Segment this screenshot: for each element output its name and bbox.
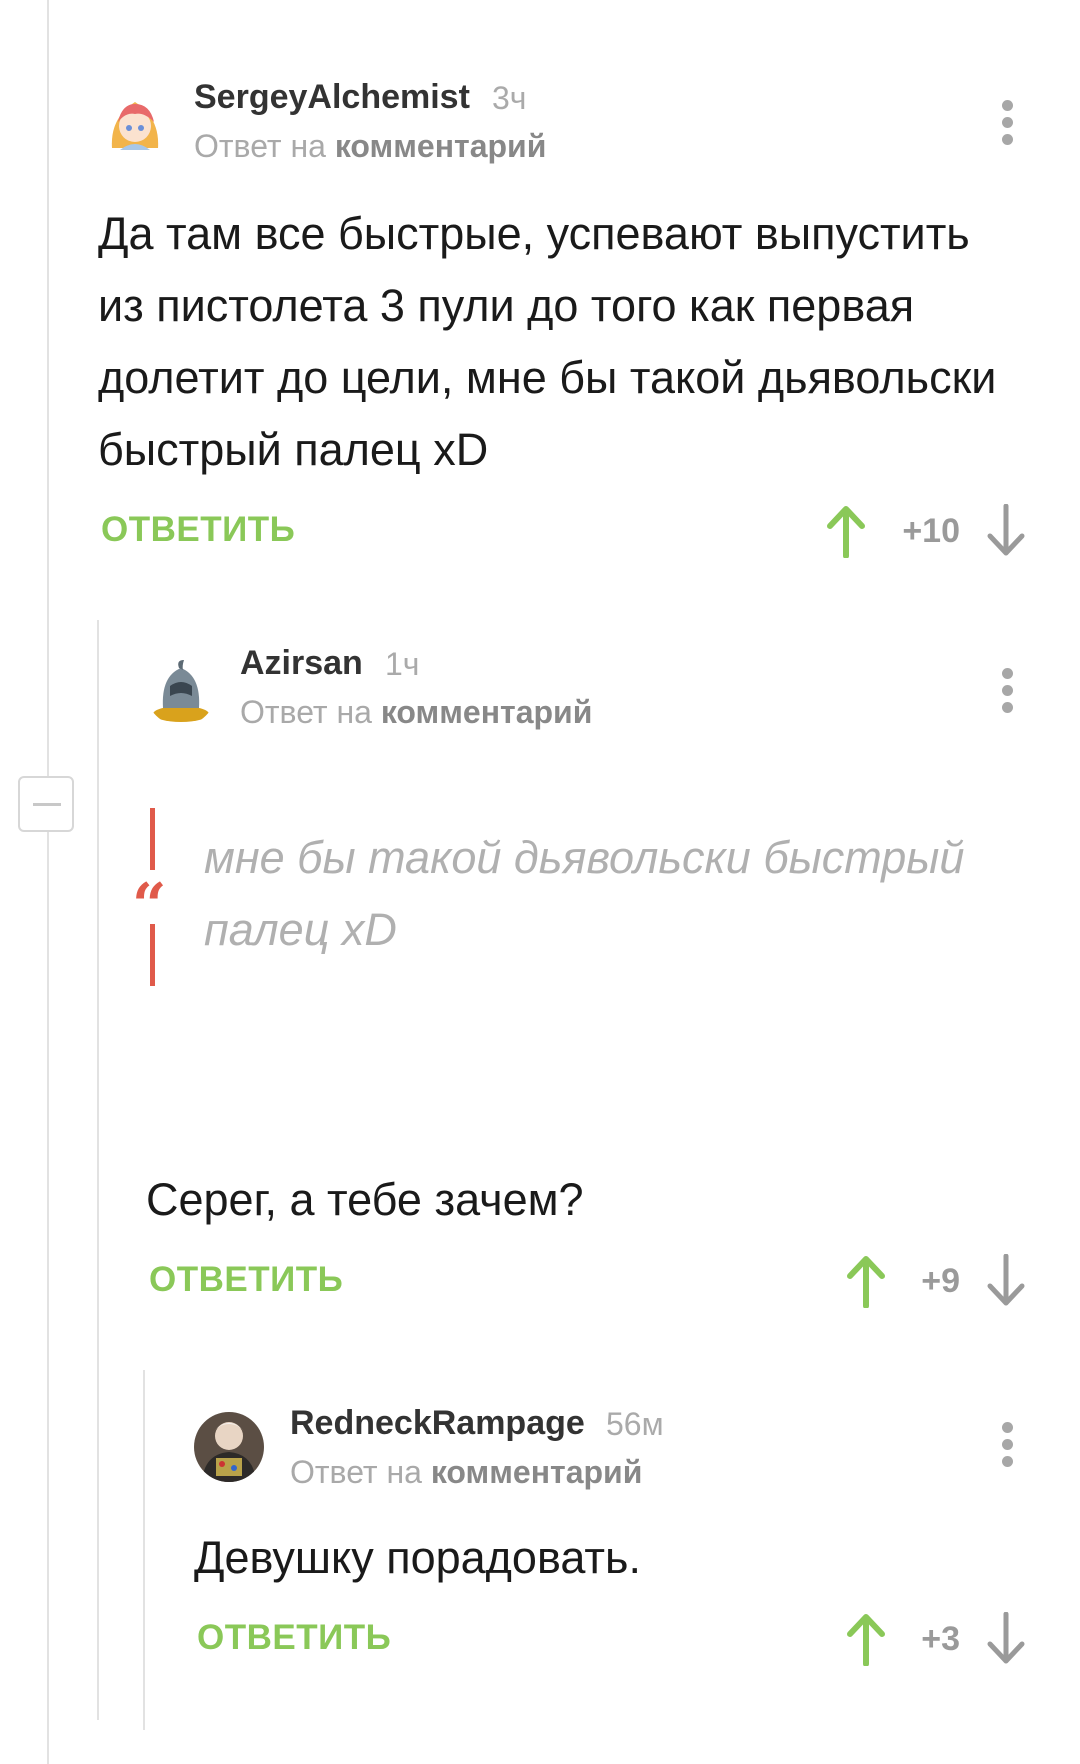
collapse-thread-button[interactable] (18, 776, 74, 832)
downvote-arrow-icon[interactable] (986, 1612, 1026, 1666)
thread-line-level-2 (143, 1370, 145, 1730)
reply-to-line: Ответ на комментарий (290, 1454, 642, 1491)
reply-to-link[interactable]: комментарий (431, 1454, 643, 1490)
comment-score: +3 (921, 1620, 960, 1658)
reply-button[interactable]: ОТВЕТИТЬ (101, 510, 295, 550)
upvote-arrow-icon[interactable] (826, 504, 866, 558)
thread-line-root (47, 0, 49, 1764)
comment-time: 3ч (492, 80, 527, 116)
comment-score: +9 (921, 1262, 960, 1300)
comment-text: Да там все быстрые, успевают выпустить и… (98, 208, 997, 475)
reply-to-prefix: Ответ на (240, 694, 372, 730)
more-vertical-icon[interactable] (1002, 100, 1016, 151)
comment-author[interactable]: SergeyAlchemist (194, 78, 470, 117)
quote-icon: “ (132, 871, 167, 941)
more-vertical-icon[interactable] (1002, 1422, 1016, 1473)
reply-to-prefix: Ответ на (290, 1454, 422, 1490)
avatar[interactable] (194, 1412, 264, 1482)
more-vertical-icon[interactable] (1002, 668, 1016, 719)
thread-line-level-1 (97, 620, 99, 1720)
downvote-arrow-icon[interactable] (986, 504, 1026, 558)
comment-author[interactable]: Azirsan (240, 644, 363, 683)
avatar[interactable] (146, 656, 216, 726)
quote-bar-bottom (150, 924, 155, 986)
reply-to-line: Ответ на комментарий (194, 128, 546, 165)
downvote-arrow-icon[interactable] (986, 1254, 1026, 1308)
quote-text: мне бы такой дьявольски быстрый палец xD (204, 832, 965, 955)
reply-to-link[interactable]: комментарий (335, 128, 547, 164)
avatar[interactable] (100, 88, 170, 158)
comment-text: Девушку порадовать. (194, 1532, 641, 1583)
quote-bar-top (150, 808, 155, 870)
reply-to-prefix: Ответ на (194, 128, 326, 164)
comment-time: 56м (606, 1406, 664, 1442)
comment-time: 1ч (385, 646, 420, 682)
comment-score: +10 (902, 512, 960, 550)
reply-button[interactable]: ОТВЕТИТЬ (149, 1260, 343, 1300)
comment-text: Серег, а тебе зачем? (146, 1174, 584, 1225)
comment-author[interactable]: RedneckRampage (290, 1404, 585, 1443)
reply-button[interactable]: ОТВЕТИТЬ (197, 1618, 391, 1658)
reply-to-line: Ответ на комментарий (240, 694, 592, 731)
reply-to-link[interactable]: комментарий (381, 694, 593, 730)
